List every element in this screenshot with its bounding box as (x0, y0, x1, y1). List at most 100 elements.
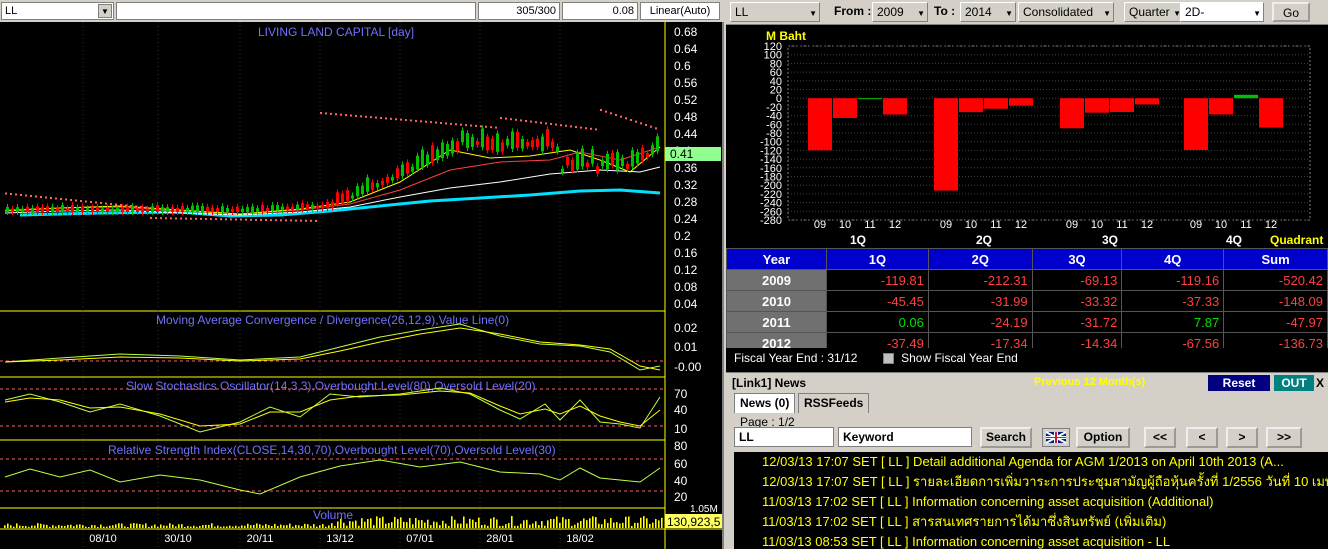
volume-bar (37, 523, 39, 528)
candle-body (311, 204, 314, 209)
candle-body (331, 201, 334, 208)
language-flag-icon[interactable] (1042, 428, 1070, 447)
volume-bar (460, 523, 462, 528)
sar-dot (465, 124, 467, 127)
sar-dot (385, 117, 387, 120)
value-cell: -119.81 (826, 269, 929, 291)
keyword-input[interactable]: Keyword (838, 427, 972, 447)
news-symbol-input[interactable]: LL (734, 427, 834, 447)
sar-dot (205, 217, 207, 220)
search-button[interactable]: Search (980, 427, 1032, 448)
chevron-down-icon[interactable]: ▼ (98, 4, 112, 18)
sar-dot (245, 218, 247, 221)
volume-bar (160, 524, 162, 528)
volume-bar (397, 519, 399, 528)
candle-body (626, 163, 629, 169)
candle-body (511, 131, 514, 149)
sar-dot (635, 120, 637, 123)
next-page-button[interactable]: > (1226, 427, 1258, 448)
volume-bar (334, 525, 336, 528)
option-button[interactable]: Option (1076, 427, 1130, 448)
show-fiscal-checkbox[interactable] (882, 353, 894, 365)
news-item[interactable]: 11/03/13 17:02 SET [ LL ] Information co… (734, 492, 1328, 512)
sar-dot (505, 117, 507, 120)
volume-bar (472, 519, 474, 528)
volume-bar (661, 517, 663, 528)
volume-bar (319, 525, 321, 528)
candle-body (576, 152, 579, 170)
sar-dot (190, 217, 192, 220)
candle-body (361, 185, 364, 195)
fin-x-tick: 11 (864, 219, 875, 231)
candle-body (416, 155, 419, 170)
candle-body (21, 208, 24, 212)
volume-bar (253, 524, 255, 528)
symbol-combo[interactable]: LL ▼ (1, 2, 114, 20)
scale-mode-button[interactable]: Linear(Auto) (640, 2, 720, 20)
volume-bar (520, 523, 522, 528)
volume-bar (58, 525, 60, 528)
volume-bar (616, 522, 618, 528)
fin-group-label: 1Q (850, 233, 866, 247)
last-page-button[interactable]: >> (1266, 427, 1302, 448)
volume-bar (25, 526, 27, 528)
volume-bar (532, 523, 534, 528)
news-item[interactable]: 11/03/13 08:53 SET [ LL ] Information co… (734, 532, 1328, 549)
volume-bar (127, 526, 129, 528)
volume-bar (427, 519, 429, 528)
macd-tick: -0.00 (674, 360, 702, 374)
volume-bar (28, 526, 30, 528)
reset-button[interactable]: Reset (1208, 375, 1270, 391)
price-tick: 0.2 (674, 229, 691, 243)
out-button[interactable]: OUT (1274, 375, 1314, 391)
candle-body (651, 145, 654, 155)
fin-bar (808, 98, 832, 151)
candle-body (271, 205, 274, 211)
volume-bar (337, 521, 339, 528)
price-tick: 0.6 (674, 59, 691, 73)
news-item[interactable]: 11/03/13 17:02 SET [ LL ] สารสนเทศรายการ… (734, 512, 1328, 532)
sar-dot (270, 219, 272, 222)
view-select[interactable]: 2D-UpDown ▼ (1180, 2, 1264, 37)
period-select[interactable]: Quarter ▼ (1124, 2, 1184, 22)
go-button[interactable]: Go (1272, 2, 1310, 22)
volume-bar (436, 522, 438, 528)
volume-bar (289, 523, 291, 528)
basis-select[interactable]: Consolidated ▼ (1018, 2, 1114, 22)
table-row: 2010 -45.45 -31.99 -33.32 -37.33 -148.09 (726, 290, 1328, 312)
price-chart[interactable]: LIVING LAND CAPITAL [day] Moving Average… (0, 22, 722, 549)
candle-body (471, 136, 474, 147)
candle-body (601, 160, 604, 166)
to-year-select[interactable]: 2014 ▼ (960, 2, 1016, 22)
fin-symbol-combo[interactable]: LL ▼ (730, 2, 820, 22)
news-item[interactable]: 12/03/13 17:07 SET [ LL ] Detail additio… (734, 452, 1328, 472)
tab-rssfeeds[interactable]: RSSFeeds (798, 393, 870, 413)
sar-dot (625, 117, 627, 120)
sar-dot (175, 217, 177, 220)
close-icon[interactable]: X (1316, 375, 1328, 391)
volume-bar (430, 525, 432, 528)
date-tick: 13/12 (326, 533, 354, 545)
rsi-line (4, 459, 661, 495)
volume-bar (184, 526, 186, 528)
candle-body (191, 205, 194, 212)
volume-bar (622, 522, 624, 528)
chart-toolbar: LL ▼ 305/300 0.08 Linear(Auto) (0, 0, 724, 22)
sar-dot (120, 204, 122, 206)
first-page-button[interactable]: << (1144, 427, 1176, 448)
prev-page-button[interactable]: < (1186, 427, 1218, 448)
candle-body (36, 206, 39, 212)
candle-body (66, 208, 69, 212)
tab-news[interactable]: News (0) (734, 393, 796, 413)
to-label: To : (934, 4, 956, 18)
from-year-select[interactable]: 2009 ▼ (872, 2, 928, 22)
candle-body (636, 151, 639, 164)
sar-dot (640, 122, 642, 125)
candle-body (391, 177, 394, 181)
change-value: 0.08 (562, 2, 638, 20)
news-item[interactable]: 12/03/13 17:07 SET [ LL ] รายละเอียดการเ… (734, 472, 1328, 492)
news-list: 12/03/13 17:07 SET [ LL ] Detail additio… (734, 452, 1328, 549)
financial-panel: LL ▼ From : 2009 ▼ To : 2014 ▼ Consolida… (726, 0, 1328, 549)
volume-bar (313, 524, 315, 528)
chevron-down-icon: ▼ (1103, 9, 1111, 18)
